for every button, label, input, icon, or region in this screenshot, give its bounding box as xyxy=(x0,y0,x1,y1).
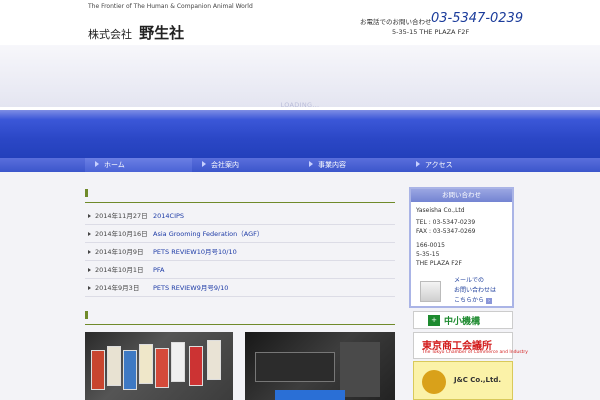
magazine-cover xyxy=(91,350,105,390)
book-photo[interactable] xyxy=(245,332,395,400)
nav-arrow-icon xyxy=(416,161,420,167)
hero-slideshow xyxy=(0,45,600,107)
jc-banner[interactable]: J&C Co.,Ltd. xyxy=(413,361,513,400)
nav-arrow-icon xyxy=(202,161,206,167)
magazine-cover xyxy=(139,344,153,384)
site-logo[interactable]: 株式会社 野生社 xyxy=(88,22,184,43)
hero-banner xyxy=(0,110,600,158)
products-divider xyxy=(85,324,395,325)
loading-indicator: LOADING... xyxy=(280,101,320,109)
news-title-link[interactable]: Asia Grooming Federation（AGF） xyxy=(153,230,263,238)
arrow-right-icon: › xyxy=(486,298,493,304)
contact-company: Yaseisha Co.,Ltd xyxy=(416,207,465,214)
jc-banner-text: J&C Co.,Ltd. xyxy=(454,376,502,384)
bullet-icon xyxy=(88,286,91,290)
nav-item-label: ホーム xyxy=(104,161,125,169)
magazine-cover xyxy=(107,346,121,386)
bullet-icon xyxy=(88,268,91,272)
contact-address-1: 5-35-15 xyxy=(416,251,440,258)
products-section-title xyxy=(85,311,93,320)
news-item[interactable]: 2014年11月27日 2014CIPS xyxy=(85,207,395,225)
contact-tel: TEL : 03-5347-0239 xyxy=(416,219,476,226)
contact-heading: お問い合わせ xyxy=(411,189,512,202)
news-title-link[interactable]: 2014CIPS xyxy=(153,212,184,220)
magazine-cover xyxy=(189,346,203,386)
news-date: 2014年10月1日 xyxy=(95,266,144,274)
tokyo-chamber-subtext: The Tokyo Chamber of Commerce and Indust… xyxy=(422,350,528,355)
news-date: 2014年11月27日 xyxy=(95,212,148,220)
tel-label: お電話でのお問い合わせ xyxy=(360,18,432,26)
smrj-logo-icon: + xyxy=(428,315,440,326)
book-band xyxy=(275,390,345,400)
logo-prefix: 株式会社 xyxy=(88,28,132,41)
nav-item-label: アクセス xyxy=(425,161,453,169)
book-cover xyxy=(255,352,335,382)
magazine-cover xyxy=(207,340,221,380)
magazine-cover xyxy=(155,348,169,388)
tel-number[interactable]: 03-5347-0239 xyxy=(431,11,523,26)
bullet-icon xyxy=(88,232,91,236)
nav-item-label: 事業内容 xyxy=(318,161,346,169)
magazine-cover xyxy=(171,342,185,382)
magazine-cover xyxy=(123,350,137,390)
news-date: 2014年10月9日 xyxy=(95,248,144,256)
jc-logo-icon xyxy=(422,370,446,394)
news-item[interactable]: 2014年10月9日 PETS REVIEW10月号10/10 xyxy=(85,243,395,261)
site-tagline: The Frontier of The Human & Companion An… xyxy=(88,3,253,10)
news-title-link[interactable]: PFA xyxy=(153,266,165,274)
mail-contact-link[interactable]: メールでの お問い合わせは こちらから › xyxy=(409,272,514,306)
magazine-photo[interactable] xyxy=(85,332,233,400)
section-bar-icon xyxy=(85,311,88,319)
book-cover xyxy=(340,342,380,397)
nav-item-access[interactable]: アクセス xyxy=(406,158,514,172)
smrj-banner-text: 中小機構 xyxy=(444,317,481,327)
contact-fax: FAX : 03-5347-0269 xyxy=(416,228,476,235)
header-address: 5-35-15 THE PLAZA F2F xyxy=(392,28,470,36)
news-title-link[interactable]: PETS REVIEW9月号9/10 xyxy=(153,284,228,292)
mail-line-1: メールでの xyxy=(454,277,485,284)
bullet-icon xyxy=(88,250,91,254)
tokyo-chamber-banner[interactable]: 東京商工会議所 The Tokyo Chamber of Commerce an… xyxy=(413,332,528,359)
news-item[interactable]: 2014年10月1日 PFA xyxy=(85,261,395,279)
news-item[interactable]: 2014年9月3日 PETS REVIEW9月号9/10 xyxy=(85,279,395,297)
bullet-icon xyxy=(88,214,91,218)
contact-address-2: THE PLAZA F2F xyxy=(416,260,462,267)
news-date: 2014年9月3日 xyxy=(95,284,140,292)
nav-item-company[interactable]: 会社案内 xyxy=(192,158,299,172)
nav-arrow-icon xyxy=(309,161,313,167)
news-title-link[interactable]: PETS REVIEW10月号10/10 xyxy=(153,248,237,256)
news-item[interactable]: 2014年10月16日 Asia Grooming Federation（AGF） xyxy=(85,225,395,243)
site-header: The Frontier of The Human & Companion An… xyxy=(0,0,600,45)
news-divider xyxy=(85,202,395,203)
mail-line-2: お問い合わせは xyxy=(454,287,497,294)
nav-item-label: 会社案内 xyxy=(211,161,239,169)
nav-item-home[interactable]: ホーム xyxy=(85,158,192,172)
news-section-title xyxy=(85,189,93,198)
section-bar-icon xyxy=(85,189,88,197)
logo-name: 野生社 xyxy=(139,24,185,42)
nav-item-business[interactable]: 事業内容 xyxy=(299,158,406,172)
contact-postal: 166-0015 xyxy=(416,242,445,249)
nav-arrow-icon xyxy=(95,161,99,167)
mail-line-3: こちらから xyxy=(454,297,485,304)
envelope-icon xyxy=(420,281,441,302)
smrj-banner[interactable]: + 中小機構 xyxy=(413,311,513,329)
news-date: 2014年10月16日 xyxy=(95,230,148,238)
mail-contact-text: メールでの お問い合わせは こちらから › xyxy=(454,276,496,306)
